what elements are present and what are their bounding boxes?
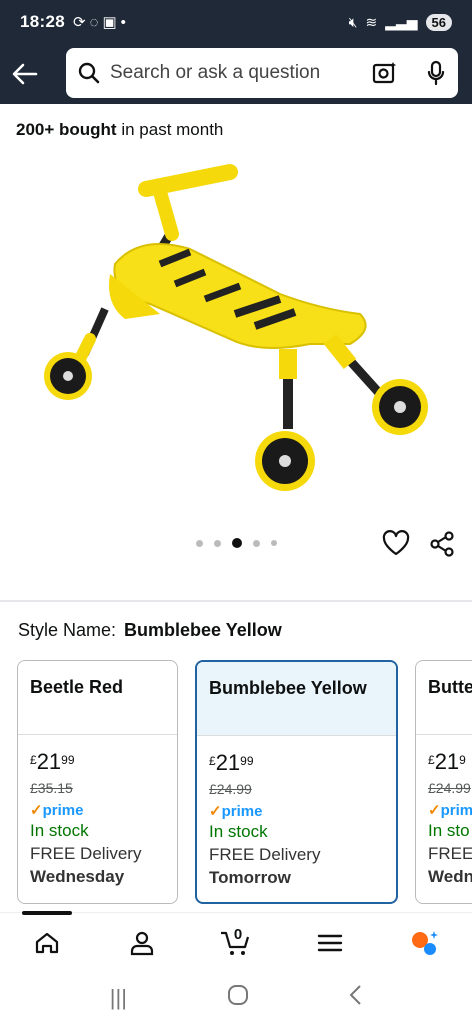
swatch-price: £21 99: [30, 749, 165, 775]
recent-apps-icon[interactable]: |||: [110, 985, 127, 1011]
style-value: Bumblebee Yellow: [124, 620, 282, 640]
product-image[interactable]: [30, 154, 440, 514]
more-dot-icon: •: [120, 13, 126, 31]
rufus-assistant-icon: [411, 930, 438, 955]
battery-indicator: 56: [425, 13, 452, 31]
microphone-icon[interactable]: [426, 60, 446, 86]
signal-icon: ▂▃▅: [385, 13, 418, 30]
swatch-price: £21 9: [428, 749, 472, 775]
swatch-title: Bumblebee Yellow: [197, 662, 396, 736]
search-icon: [78, 62, 100, 84]
swatch-delivery: FREE: [428, 844, 472, 863]
price-fraction: 99: [240, 754, 254, 768]
prime-label: prime: [42, 802, 84, 819]
search-header: Search or ask a question: [0, 44, 472, 104]
camera-search-icon[interactable]: [372, 61, 398, 85]
menu-icon: [318, 934, 343, 951]
style-name: Style Name: Bumblebee Yellow: [18, 620, 282, 641]
prime-badge: ✓prim: [428, 801, 472, 819]
prime-label: prime: [221, 803, 263, 820]
carousel-dot[interactable]: [253, 539, 260, 547]
prime-badge: ✓prime: [209, 802, 384, 820]
swatch-beetle-red[interactable]: Beetle Red £21 99 £35.15 ✓prime In stock …: [17, 660, 178, 904]
nav-menu[interactable]: [283, 913, 377, 973]
swatch-was-price: £24.99: [428, 780, 471, 796]
bottom-nav: 0: [0, 911, 472, 973]
swatch-stock: In stock: [30, 821, 89, 840]
status-bar: 18:28 ⟳ ◌ ▣ • 🔇︎ ≋ ▂▃▅ 56: [0, 0, 472, 44]
prime-check-icon: ✓: [209, 803, 222, 820]
account-icon: [130, 931, 153, 955]
swatch-was-price: £24.99: [209, 781, 252, 797]
swatch-title: Butte: [416, 661, 472, 735]
status-time: 18:28: [20, 12, 65, 31]
whatsapp-icon: ◌: [89, 13, 99, 31]
status-left-icons: ⟳ ◌ ▣ •: [72, 13, 126, 32]
prime-check-icon: ✓: [30, 802, 43, 819]
system-nav-bar: |||: [0, 972, 472, 1024]
swatch-stock: In stock: [209, 822, 268, 841]
status-right-icons: 🔇︎ ≋ ▂▃▅ 56: [348, 13, 452, 31]
price-fraction: 99: [61, 753, 75, 767]
style-swatches: Beetle Red £21 99 £35.15 ✓prime In stock …: [17, 660, 472, 904]
style-label: Style Name:: [18, 620, 117, 640]
search-input[interactable]: Search or ask a question: [66, 48, 458, 98]
cart-count: 0: [233, 925, 243, 943]
prime-check-icon: ✓: [428, 802, 441, 819]
section-divider: [0, 600, 472, 602]
swatch-delivery: FREE Delivery: [30, 844, 142, 863]
nav-home[interactable]: [0, 913, 94, 973]
system-back-icon[interactable]: [348, 984, 362, 1012]
back-arrow-icon[interactable]: [0, 49, 50, 99]
price-currency: £: [428, 753, 435, 767]
prime-badge: ✓prime: [30, 801, 165, 819]
swatch-delivery: FREE Delivery: [209, 845, 321, 864]
mute-icon: 🔇︎: [348, 13, 358, 30]
home-button-icon[interactable]: [227, 984, 249, 1012]
ride-on-bee-picture: [44, 164, 428, 491]
swatch-delivery-day: Wednesday: [30, 867, 125, 886]
carousel-dot[interactable]: [271, 540, 277, 546]
nav-account[interactable]: [94, 913, 188, 973]
image-carousel-dots[interactable]: [196, 538, 277, 548]
nav-rufus[interactable]: [378, 913, 472, 973]
price-currency: £: [30, 753, 37, 767]
swatch-partial[interactable]: Butte £21 9 £24.99 ✓prim In sto FREE Wedn: [415, 660, 472, 904]
price-whole: 21: [215, 750, 241, 775]
home-icon: [36, 932, 59, 953]
screenshot-icon: ▣: [102, 14, 117, 31]
bought-bold: 200+ bought: [16, 120, 117, 139]
heart-icon[interactable]: [382, 530, 410, 558]
swatch-delivery-day: Tomorrow: [209, 868, 291, 887]
price-whole: 21: [36, 749, 62, 774]
active-tab-indicator: [22, 911, 72, 915]
bought-rest: in past month: [116, 120, 224, 139]
sync-icon: ⟳: [72, 14, 86, 31]
prime-label: prim: [440, 802, 472, 819]
bought-count: 200+ bought in past month: [16, 120, 223, 140]
swatch-title: Beetle Red: [18, 661, 177, 735]
carousel-dot-active[interactable]: [232, 538, 242, 548]
wifi-icon: ≋: [365, 13, 378, 30]
swatch-price: £21 99: [209, 750, 384, 776]
nav-cart[interactable]: 0: [189, 913, 283, 973]
search-placeholder: Search or ask a question: [110, 62, 321, 83]
swatch-delivery-day: Wedn: [428, 867, 472, 886]
price-fraction: 9: [459, 753, 466, 767]
swatch-stock: In sto: [428, 821, 470, 840]
carousel-dot[interactable]: [214, 539, 221, 547]
price-whole: 21: [434, 749, 460, 774]
carousel-dot[interactable]: [196, 539, 203, 547]
swatch-bumblebee-yellow[interactable]: Bumblebee Yellow £21 99 £24.99 ✓prime In …: [195, 660, 398, 904]
price-currency: £: [209, 754, 216, 768]
share-icon[interactable]: [428, 530, 456, 558]
swatch-was-price: £35.15: [30, 780, 73, 796]
